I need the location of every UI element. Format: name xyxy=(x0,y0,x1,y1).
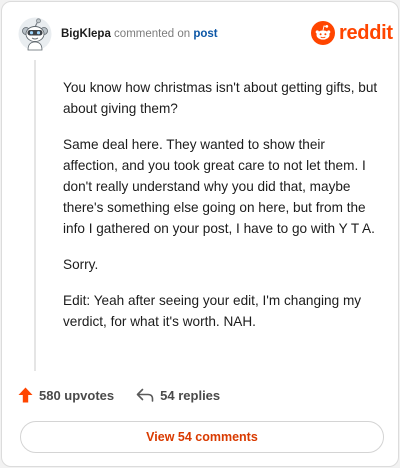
comment-stats: 580 upvotes 54 replies xyxy=(18,387,220,403)
view-comments-button[interactable]: View 54 comments xyxy=(20,421,384,453)
comment-paragraph-3: Sorry. xyxy=(63,257,99,272)
upvote-count: 580 upvotes xyxy=(39,387,115,403)
reddit-wordmark: reddit xyxy=(339,21,393,44)
reply-button[interactable]: 54 replies xyxy=(136,388,220,403)
comment-paragraph-4: Edit: Yeah after seeing your edit, I'm c… xyxy=(63,293,362,329)
upvote-arrow-icon xyxy=(18,387,33,403)
thread-line xyxy=(34,60,36,371)
comment-header: BigKlepa commented on post xyxy=(61,28,218,40)
comment-paragraph-1: You know how christmas isn't about getti… xyxy=(63,80,378,116)
reply-arrow-icon xyxy=(136,388,154,402)
post-link[interactable]: post xyxy=(193,28,217,40)
reddit-logo[interactable]: reddit xyxy=(311,21,393,45)
upvote-button[interactable]: 580 upvotes xyxy=(18,387,114,403)
user-avatar-icon[interactable] xyxy=(18,17,52,51)
comment-card: BigKlepa commented on post reddit You kn… xyxy=(1,1,399,467)
comment-paragraph-2: Same deal here. They wanted to show thei… xyxy=(63,137,375,236)
reply-count: 54 replies xyxy=(160,387,221,403)
reddit-logo-icon xyxy=(311,21,335,45)
comment-body: You know how christmas isn't about getti… xyxy=(63,77,381,347)
header-action-text: commented on xyxy=(114,28,191,40)
username-link[interactable]: BigKlepa xyxy=(61,28,111,40)
